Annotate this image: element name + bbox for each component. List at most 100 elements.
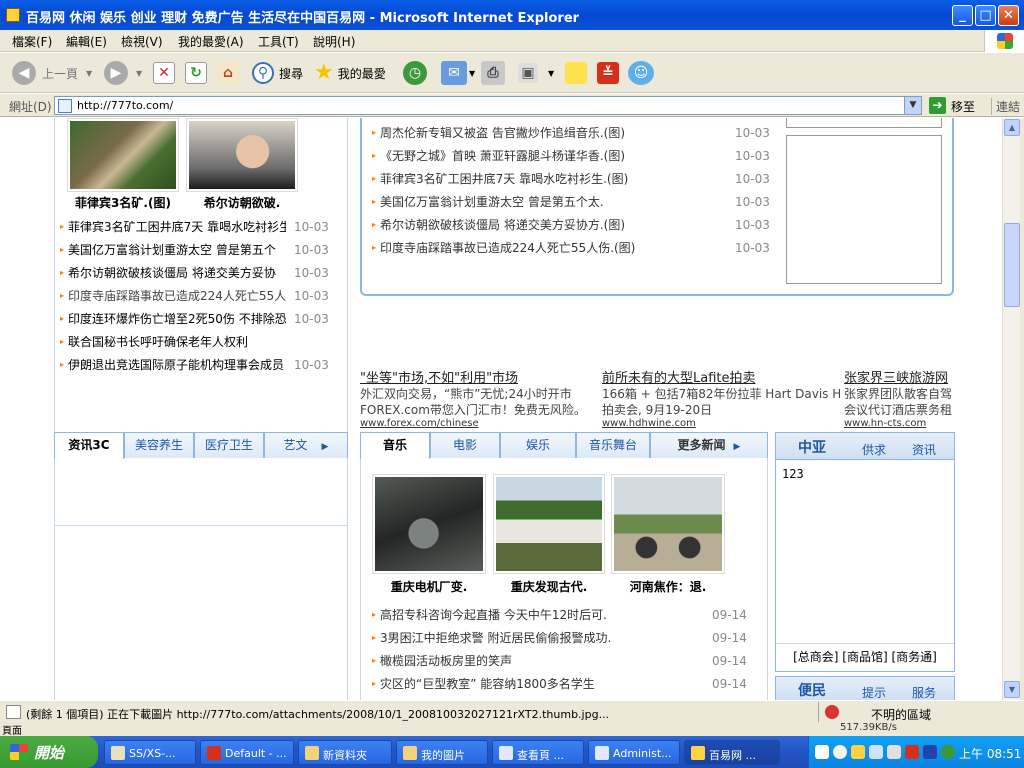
maximize-button[interactable]: □ xyxy=(975,5,996,26)
tab-medical[interactable]: 医疗卫生 xyxy=(194,432,264,458)
list-item[interactable]: ▸ 希尔访朝欲破核谈僵局 将递交美方妥协 10-03 xyxy=(60,264,340,284)
taskbar-item[interactable]: SS/XS-... xyxy=(104,740,196,765)
tab-tips[interactable]: 提示 xyxy=(862,684,886,700)
tab-supply[interactable]: 供求 xyxy=(862,441,886,458)
refresh-button[interactable]: ↻ xyxy=(185,59,207,87)
photo-caption[interactable]: 菲律宾3名矿.(图) xyxy=(67,194,179,211)
forward-button[interactable]: ▶ ▼ xyxy=(104,59,142,87)
list-item[interactable]: ▸ 周杰伦新专辑又被盗 告官撇炒作追缉音乐.(图) 10-03 xyxy=(372,124,774,144)
favorites-button[interactable]: ★ 我的最愛 xyxy=(314,59,386,87)
news-photo[interactable] xyxy=(67,118,179,192)
tab-music[interactable]: 音乐 xyxy=(360,432,430,459)
taskbar-item-active[interactable]: 百易网 ... xyxy=(684,740,780,765)
right-box-links[interactable]: [总商会] [商品馆] [商务通] xyxy=(776,643,954,671)
scroll-thumb[interactable] xyxy=(1004,223,1020,307)
close-button[interactable]: ✕ xyxy=(998,5,1019,26)
tab-service[interactable]: 服务 xyxy=(912,684,936,700)
scroll-up-icon[interactable]: ▲ xyxy=(1004,119,1020,136)
ad-title-link[interactable]: 前所未有的大型Lafite拍卖 xyxy=(602,367,756,386)
links-button[interactable]: 連結 xyxy=(991,98,1020,115)
tab-convenience[interactable]: 便民 xyxy=(798,680,826,700)
vertical-scrollbar[interactable]: ▲ ▼ xyxy=(1002,118,1020,700)
tab-movies[interactable]: 电影 xyxy=(430,432,500,458)
tray-app-icon[interactable] xyxy=(923,745,937,759)
list-item[interactable]: ▸ 印度连环爆炸伤亡增至2死50伤 不排除恐 10-03 xyxy=(60,310,340,330)
minimize-button[interactable]: _ xyxy=(952,5,973,26)
edit-button[interactable]: ▣ ▼ xyxy=(518,59,554,87)
tray-volume-icon[interactable] xyxy=(887,745,901,759)
title-bar[interactable]: 百易网 休闲 娱乐 创业 理财 免费广告 生活尽在中国百易网 - Microso… xyxy=(0,0,1024,30)
back-button[interactable]: ◀ 上一頁 ▼ xyxy=(12,59,92,87)
list-item[interactable]: ▸ 橄榄园活动板房里的笑声 09-14 xyxy=(372,652,762,672)
search-button[interactable]: ⚲ 搜尋 xyxy=(252,59,303,87)
list-item[interactable]: ▸ 《无野之城》首映 萧亚轩露腿斗杨谨华香.(图) 10-03 xyxy=(372,147,774,167)
notes-button[interactable] xyxy=(565,59,587,87)
tab-central-asia[interactable]: 中亚 xyxy=(798,437,826,457)
home-button[interactable]: ⌂ xyxy=(216,59,240,87)
photo-caption[interactable]: 重庆电机厂变. xyxy=(372,578,486,595)
list-item[interactable]: ▸ 高招专科咨询今起直播 今天中午12时后可. 09-14 xyxy=(372,606,762,626)
address-url[interactable]: http://777to.com/ xyxy=(77,99,173,112)
taskbar-item[interactable]: 我的圖片 xyxy=(396,740,488,765)
list-item[interactable]: ▸ 伊朗退出竞选国际原子能机构理事会成员 10-03 xyxy=(60,356,340,376)
taskbar-item[interactable]: 查看頁 ... xyxy=(492,740,584,765)
go-button[interactable]: 移至 xyxy=(951,98,975,115)
messenger-button[interactable]: ☺ xyxy=(628,59,654,87)
tab-info[interactable]: 资讯 xyxy=(912,441,936,458)
news-photo[interactable] xyxy=(611,474,725,574)
news-photo[interactable] xyxy=(186,118,298,192)
list-item[interactable]: ▸ 菲律宾3名矿工困井底7天 靠喝水吃衬衫生.(图) 10-03 xyxy=(372,170,774,190)
list-item[interactable]: ▸ 美国亿万富翁计划重游太空 曾是第五个太. 10-03 xyxy=(372,193,774,213)
tray-network-icon[interactable] xyxy=(869,745,883,759)
list-item[interactable]: ▸ 希尔访朝欲破核谈僵局 将递交美方妥协方.(图) 10-03 xyxy=(372,216,774,236)
news-photo[interactable] xyxy=(493,474,605,574)
menu-favorites[interactable]: 我的最愛(A) xyxy=(178,33,244,50)
taskbar-item[interactable]: 新資料夾 xyxy=(298,740,392,765)
menu-file[interactable]: 檔案(F) xyxy=(12,33,52,50)
ad-url-link[interactable]: www.forex.com/chinese xyxy=(360,418,592,428)
tab-music-stage[interactable]: 音乐舞台 xyxy=(576,432,650,458)
menu-edit[interactable]: 編輯(E) xyxy=(66,33,107,50)
tray-chevron-icon[interactable] xyxy=(833,745,847,759)
list-item[interactable]: ▸ 联合国秘书长呼吁确保老年人权利 xyxy=(60,333,340,353)
news-photo[interactable] xyxy=(372,474,486,574)
print-button[interactable]: ⎙ xyxy=(481,59,505,87)
address-input[interactable]: http://777to.com/ ▼ xyxy=(54,96,922,115)
photo-caption[interactable]: 河南焦作：退. xyxy=(611,578,725,595)
photo-caption[interactable]: 希尔访朝欲破. xyxy=(186,194,298,211)
ad-title-link[interactable]: 张家界三峡旅游网 xyxy=(844,367,954,386)
taskbar-item[interactable]: Default - ... xyxy=(200,740,294,765)
ad-url-link[interactable]: www.hdhwine.com xyxy=(602,418,840,428)
taskbar-item[interactable]: Administ... xyxy=(588,740,680,765)
tab-more-news[interactable]: 更多新闻 ▶ xyxy=(650,432,768,458)
tray-download-icon[interactable] xyxy=(905,745,919,759)
list-item[interactable]: ▸ 灾区的“巨型教室” 能容纳1800多名学生 09-14 xyxy=(372,675,762,695)
list-item[interactable]: ▸ 美国亿万富翁计划重游太空 曾是第五个 10-03 xyxy=(60,241,340,261)
tray-keyboard-icon[interactable] xyxy=(815,745,829,759)
ad-url-link[interactable]: www.hn-cts.com xyxy=(844,418,954,428)
flashget-button[interactable]: ≚ xyxy=(597,59,619,87)
go-arrow-icon[interactable]: ➔ xyxy=(929,97,946,114)
menu-tools[interactable]: 工具(T) xyxy=(258,33,299,50)
tab-arts[interactable]: 艺文 ▶ xyxy=(264,432,348,458)
tray-globe-icon[interactable] xyxy=(941,745,955,759)
history-button[interactable]: ◷ xyxy=(403,59,427,87)
list-item[interactable]: ▸ 3男困江中拒绝求警 附近居民偷偷报警成功. 09-14 xyxy=(372,629,762,649)
scroll-down-icon[interactable]: ▼ xyxy=(1004,681,1020,698)
mail-button[interactable]: ✉ ▼ xyxy=(441,59,475,87)
window-border xyxy=(1020,118,1024,700)
list-item[interactable]: ▸ 印度寺庙踩踏事故已造成224人死亡55人伤.(图) 10-03 xyxy=(372,239,774,259)
tab-info-3c[interactable]: 资讯3C xyxy=(54,432,124,459)
photo-caption[interactable]: 重庆发现古代. xyxy=(493,578,605,595)
list-item[interactable]: ▸ 菲律宾3名矿工困井底7天 靠喝水吃衬衫生 10-03 xyxy=(60,218,340,238)
tab-entertainment[interactable]: 娱乐 xyxy=(500,432,576,458)
menu-view[interactable]: 檢視(V) xyxy=(121,33,163,50)
tray-shield-icon[interactable] xyxy=(851,745,865,759)
start-button[interactable]: 開始 xyxy=(0,736,98,768)
list-item[interactable]: ▸ 印度寺庙踩踏事故已造成224人死亡55人 10-03 xyxy=(60,287,340,307)
menu-help[interactable]: 說明(H) xyxy=(313,33,355,50)
ad-title-link[interactable]: "坐等"市场,不如"利用"市场 xyxy=(360,367,518,386)
stop-button[interactable]: ✕ xyxy=(153,59,175,87)
tab-beauty[interactable]: 美容养生 xyxy=(124,432,194,458)
chevron-down-icon[interactable]: ▼ xyxy=(904,97,921,114)
